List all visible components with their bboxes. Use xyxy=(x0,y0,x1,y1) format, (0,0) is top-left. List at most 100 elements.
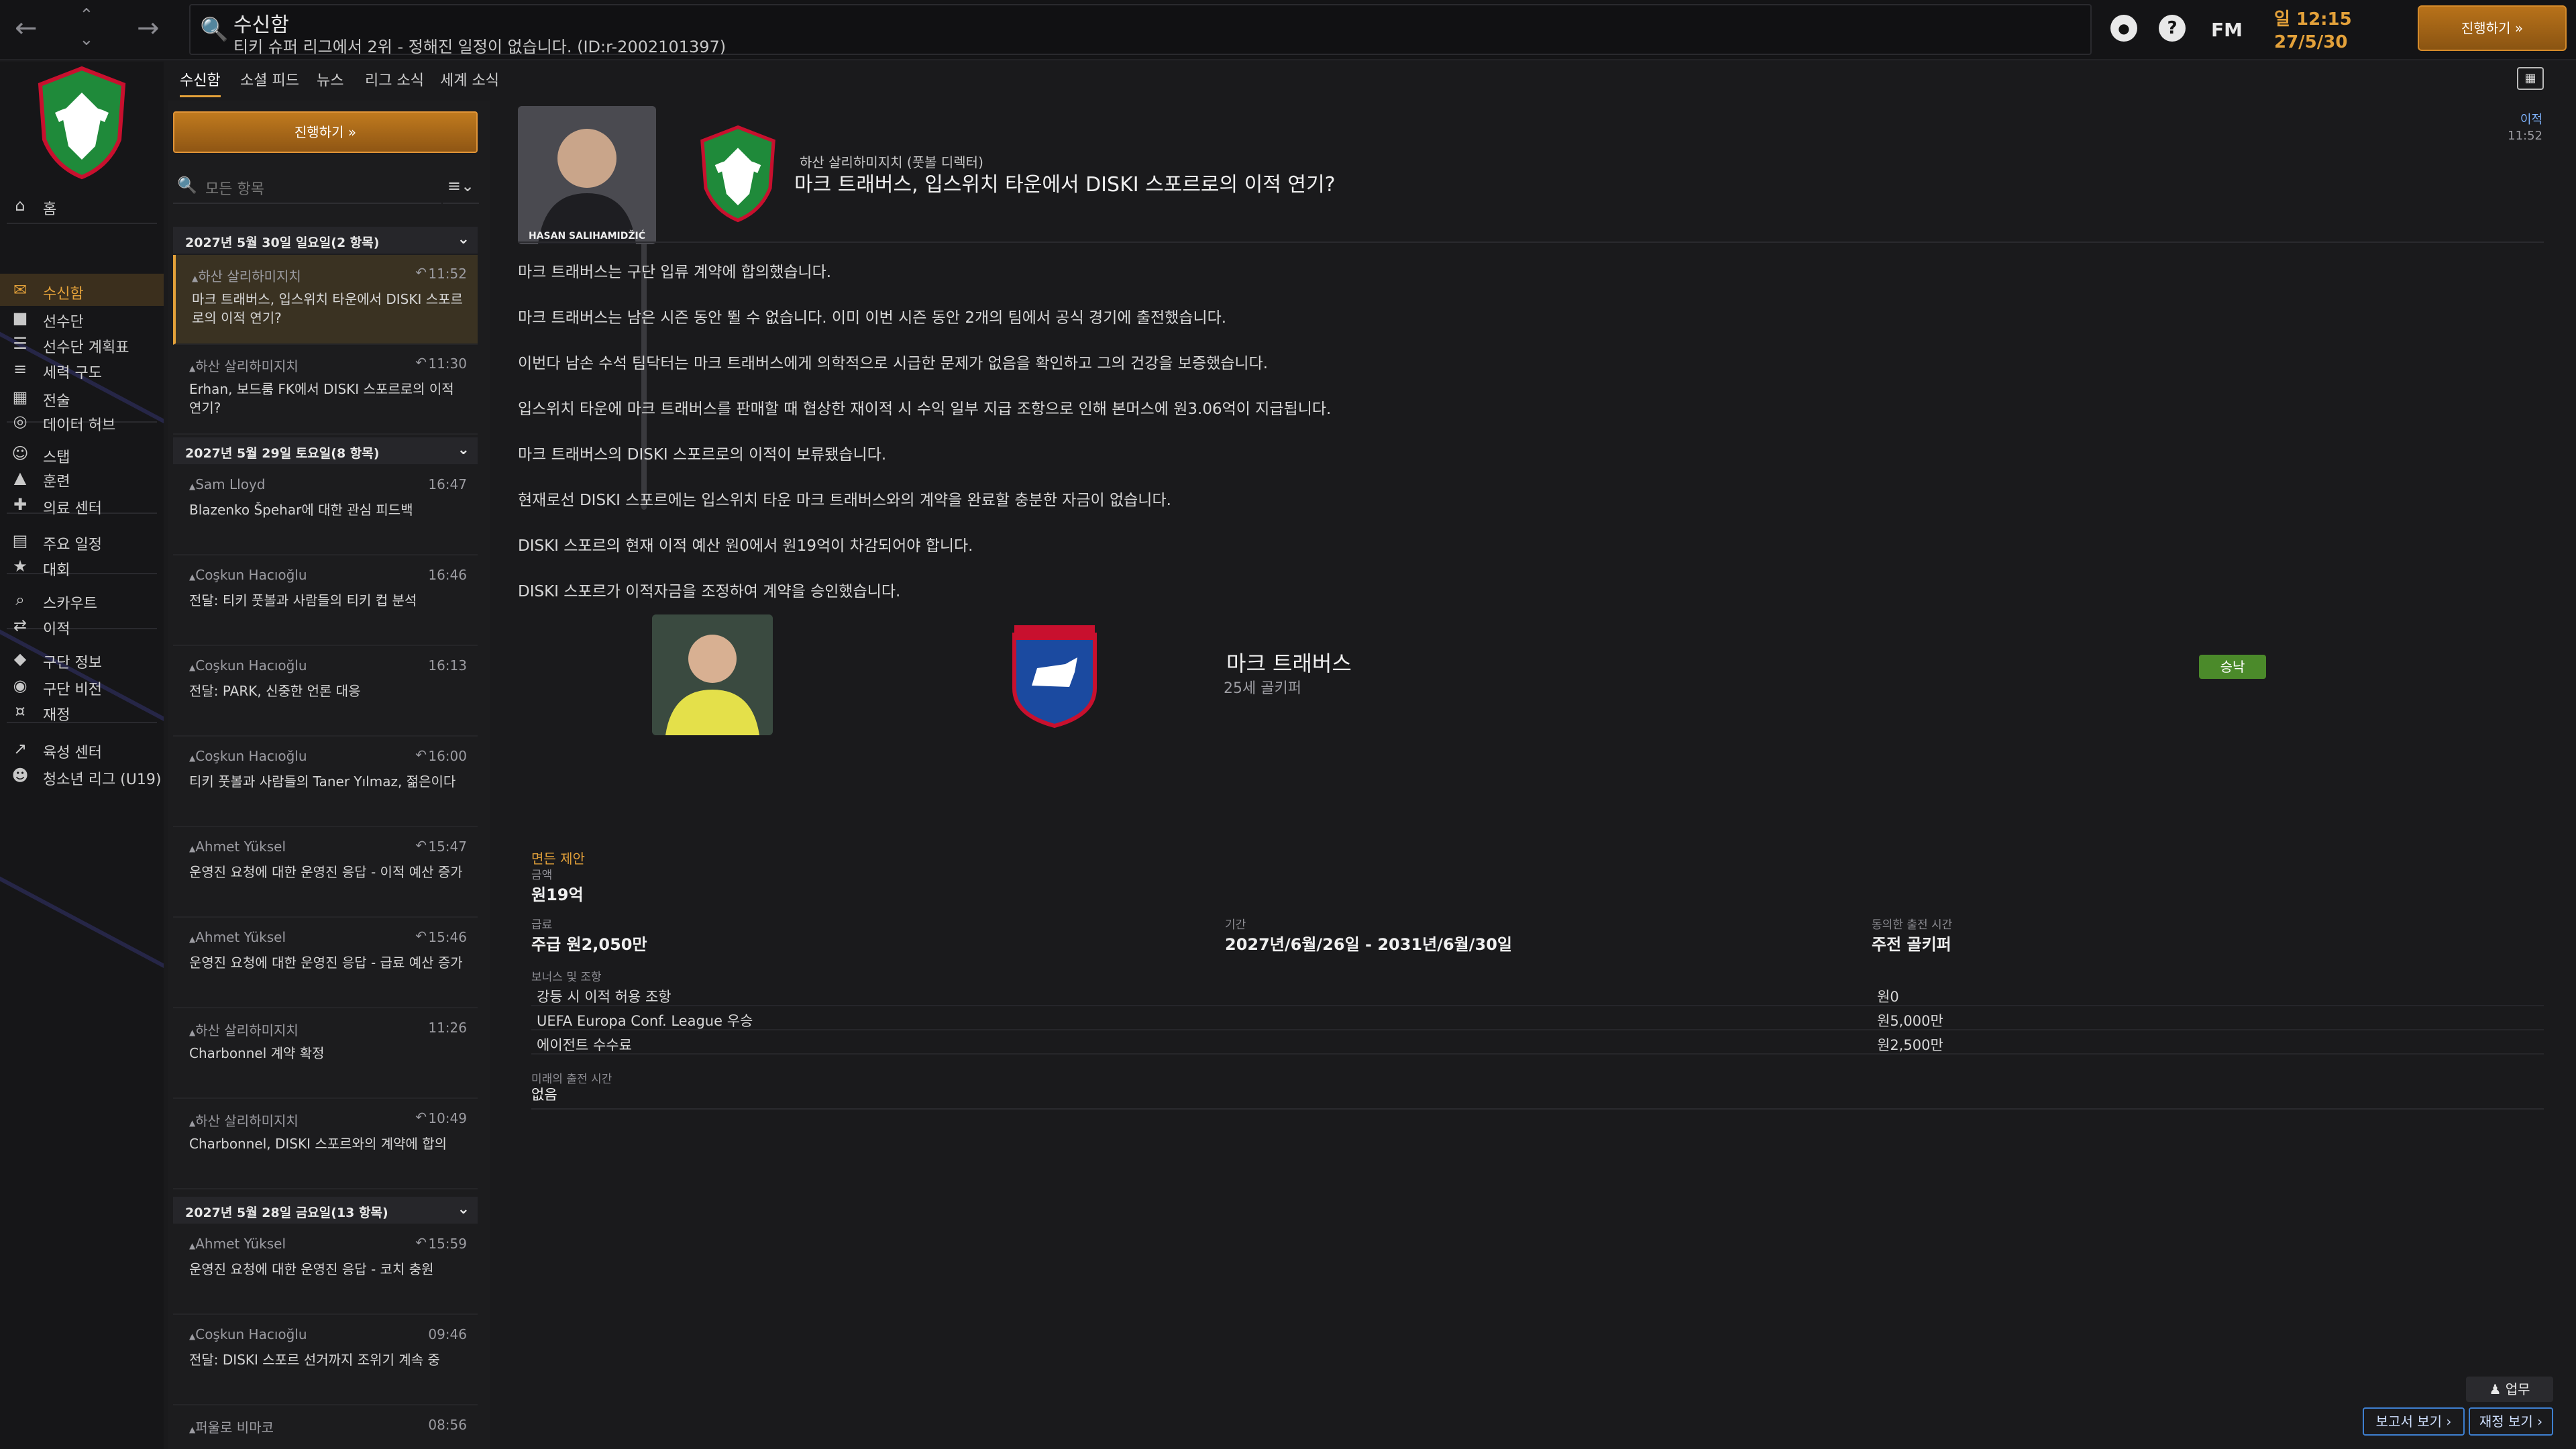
divider xyxy=(518,241,2544,243)
day-header[interactable]: 2027년 5월 29일 토요일(8 항목) ⌄ xyxy=(173,437,478,464)
sidebar-item-data-hub[interactable]: ◎ 데이터 허브 xyxy=(0,405,164,437)
view-report-button[interactable]: 보고서 보기 › xyxy=(2363,1407,2465,1436)
medical-icon: ✚ xyxy=(13,495,28,514)
inbox-message[interactable]: 하산 살리하미지치 11:26 Charbonnel 계약 확정 xyxy=(173,1009,478,1099)
message-time: 11:26 xyxy=(428,1020,467,1036)
staff-icon: ☺ xyxy=(11,444,29,463)
page-subtitle: 티키 슈퍼 리그에서 2위 - 정해진 일정이 없습니다. (ID:r-2002… xyxy=(233,38,727,56)
back-arrow-icon[interactable]: ← xyxy=(15,15,38,42)
game-clock[interactable]: 일 12:15 27/5/30 xyxy=(2274,8,2352,54)
bonus-row: 에이전트 수수료 원2,500만 xyxy=(531,1030,2544,1055)
day-header[interactable]: 2027년 5월 30일 일요일(2 항목) ⌄ xyxy=(173,227,478,254)
clock-date: 27/5/30 xyxy=(2274,32,2348,52)
sidebar-item-label: 홈 xyxy=(43,201,57,218)
data-hub-icon: ◎ xyxy=(13,412,28,431)
message-view: HASAN SALIHAMIDŽIĆ 하산 살리하미지치 (풋볼 디렉터) 마크… xyxy=(496,101,2576,1449)
inbox-continue-button[interactable]: 진행하기 » xyxy=(173,111,478,153)
sidebar-item-home[interactable]: ⌂ 홈 xyxy=(0,189,164,221)
inbox-message[interactable]: Sam Lloyd 16:47 Blazenko Špehar에 대한 관심 피드백 xyxy=(173,466,478,555)
tab-3[interactable]: 리그 소식 xyxy=(365,68,424,90)
reply-icon: ↶ xyxy=(415,928,427,944)
tactics-icon: ▦ xyxy=(12,388,28,407)
sidebar-item-label: 데이터 허브 xyxy=(43,417,116,434)
scroll-up-icon[interactable]: ⌃ xyxy=(79,7,94,24)
inbox-message[interactable]: 퍼울로 비마코 08:56 xyxy=(173,1406,478,1449)
tab-2[interactable]: 뉴스 xyxy=(317,68,343,90)
search-bar[interactable]: 🔍 수신함 티키 슈퍼 리그에서 2위 - 정해진 일정이 없습니다. (ID:… xyxy=(189,4,2092,56)
people-icon: ♟ xyxy=(2489,1381,2506,1397)
day-header[interactable]: 2027년 5월 28일 금요일(13 항목) ⌄ xyxy=(173,1197,478,1224)
message-time: 15:46 xyxy=(428,929,467,945)
message-time: 11:52 xyxy=(2508,129,2542,143)
forward-arrow-icon[interactable]: → xyxy=(137,15,160,42)
training-icon: ▲ xyxy=(13,468,27,487)
sender-photo-caption: HASAN SALIHAMIDŽIĆ xyxy=(528,231,646,241)
help-icon[interactable]: ? xyxy=(2159,15,2186,42)
message-paragraph: 현재로선 DISKI 스포르에는 입스위치 타운 마크 트래버스와의 계약을 완… xyxy=(518,492,1171,509)
inbox-message[interactable]: Ahmet Yüksel ↶15:59 운영진 요청에 대한 운영진 응답 - 코치… xyxy=(173,1225,478,1315)
inbox-message[interactable]: Ahmet Yüksel ↶15:47 운영진 요청에 대한 운영진 응답 - 이적… xyxy=(173,828,478,918)
sidebar-item-medical[interactable]: ✚ 의료 센터 xyxy=(0,488,164,521)
tab-1[interactable]: 소셜 피드 xyxy=(240,68,299,90)
message-time: 16:46 xyxy=(428,567,467,583)
inbox-message[interactable]: Ahmet Yüksel ↶15:46 운영진 요청에 대한 운영진 응답 - 급료… xyxy=(173,918,478,1008)
message-category-tag[interactable]: 이적 xyxy=(2520,110,2542,127)
message-subject: 운영진 요청에 대한 운영진 응답 - 급료 예산 증가 xyxy=(189,955,463,971)
home-icon: ⌂ xyxy=(15,196,25,215)
player-name[interactable]: 마크 트래버스 xyxy=(1226,647,1352,678)
bonus-row-label: 강등 시 이적 허용 조항 xyxy=(537,989,672,1005)
message-subject: 마크 트래버스, 입스위치 타운에서 DISKI 스포르로의 이적 연기? xyxy=(192,291,463,326)
fee-label: 금액 xyxy=(531,869,553,882)
inbox-message[interactable]: Coşkun Hacıoğlu ↶16:00 티키 풋볼과 사람들의 Taner Y… xyxy=(173,737,478,827)
sidebar-item-inbox[interactable]: ✉ 수신함 xyxy=(0,274,164,306)
ipswich-crest-icon[interactable] xyxy=(1008,621,1102,729)
playing-time-value: 주전 골키퍼 xyxy=(1872,935,1951,954)
sidebar-item-label: 세력 구도 xyxy=(43,365,102,382)
sidebar-item-trophy[interactable]: ★ 대회 xyxy=(0,550,164,582)
message-sender: Coşkun Hacıoğlu xyxy=(189,748,307,764)
divider xyxy=(531,1108,2544,1110)
inbox-message[interactable]: Coşkun Hacıoğlu 09:46 전달: DISKI 스포르 선거까지 조… xyxy=(173,1316,478,1405)
search-icon: 🔍 xyxy=(200,16,229,43)
scout-icon: ⌕ xyxy=(15,590,25,609)
message-paragraph: 이번다 남손 수석 팀닥터는 마크 트래버스에게 의학적으로 시급한 문제가 없… xyxy=(518,355,1269,372)
fm-logo[interactable]: FM xyxy=(2211,19,2243,41)
fee-value: 원19억 xyxy=(531,885,584,904)
inbox-message[interactable]: Coşkun Hacıoğlu 16:46 전달: 티키 풋볼과 사람들의 티키 컵… xyxy=(173,556,478,646)
period-value: 2027년/6월/26일 - 2031년/6월/30일 xyxy=(1225,935,1513,954)
sidebar-item-hierarchy[interactable]: ≡ 세력 구도 xyxy=(0,353,164,385)
view-finance-button[interactable]: 재정 보기 › xyxy=(2469,1407,2553,1436)
globe-icon[interactable]: ● xyxy=(2110,15,2137,42)
bonus-row-value: 원5,000만 xyxy=(1877,1013,1943,1029)
search-icon: 🔍 xyxy=(177,176,197,195)
inbox-message[interactable]: 하산 살리하미지치 ↶11:52 마크 트래버스, 입스위치 타운에서 DISKI … xyxy=(173,255,478,345)
work-menu-button[interactable]: ♟ 업무 xyxy=(2466,1377,2553,1402)
message-paragraph: 마크 트래버스는 남은 시즌 동안 뛸 수 없습니다. 이미 이번 시즌 동안 … xyxy=(518,309,1227,327)
message-sender: 하산 살리하미지치 xyxy=(192,266,301,285)
inbox-message[interactable]: Coşkun Hacıoğlu 16:13 전달: PARK, 신중한 언론 대응 xyxy=(173,647,478,737)
view-mode-icon[interactable]: ▦ xyxy=(2517,67,2544,90)
finance-icon: ¤ xyxy=(15,702,25,720)
club-crest-icon[interactable] xyxy=(35,66,129,180)
sidebar-item-transfer[interactable]: ⇄ 이적 xyxy=(0,609,164,641)
club-vision-icon: ◉ xyxy=(13,676,28,695)
tab-4[interactable]: 세계 소식 xyxy=(440,68,499,90)
continue-button[interactable]: 진행하기 » xyxy=(2418,5,2567,51)
message-subject: 전달: PARK, 신중한 언론 대응 xyxy=(189,683,361,699)
player-photo[interactable] xyxy=(652,614,773,735)
filter-menu-icon[interactable]: ≡⌄ xyxy=(443,168,479,204)
person-silhouette-icon xyxy=(518,106,656,244)
sidebar-item-youth[interactable]: ☻ 청소년 리그 (U19) xyxy=(0,759,164,792)
message-sender: 하산 살리하미지치 xyxy=(189,1020,299,1039)
scroll-down-icon[interactable]: ⌄ xyxy=(79,31,94,48)
inbox-message[interactable]: 하산 살리하미지치 ↶11:30 Erhan, 보드룸 FK에서 DISKI 스포르… xyxy=(173,345,478,435)
reply-icon: ↶ xyxy=(415,747,427,763)
inbox-message[interactable]: 하산 살리하미지치 ↶10:49 Charbonnel, DISKI 스포르와의 계… xyxy=(173,1099,478,1189)
tab-0[interactable]: 수신함 xyxy=(180,68,221,97)
sidebar-item-finance[interactable]: ¤ 재정 xyxy=(0,695,164,727)
calendar-icon: ▤ xyxy=(12,531,28,550)
bonus-row-value: 원2,500만 xyxy=(1877,1037,1943,1053)
inbox-search[interactable]: 🔍 모든 항목 xyxy=(173,168,441,204)
message-paragraph: 마크 트래버스의 DISKI 스포르로의 이적이 보류됐습니다. xyxy=(518,446,887,464)
message-subject: Blazenko Špehar에 대한 관심 피드백 xyxy=(189,502,413,518)
